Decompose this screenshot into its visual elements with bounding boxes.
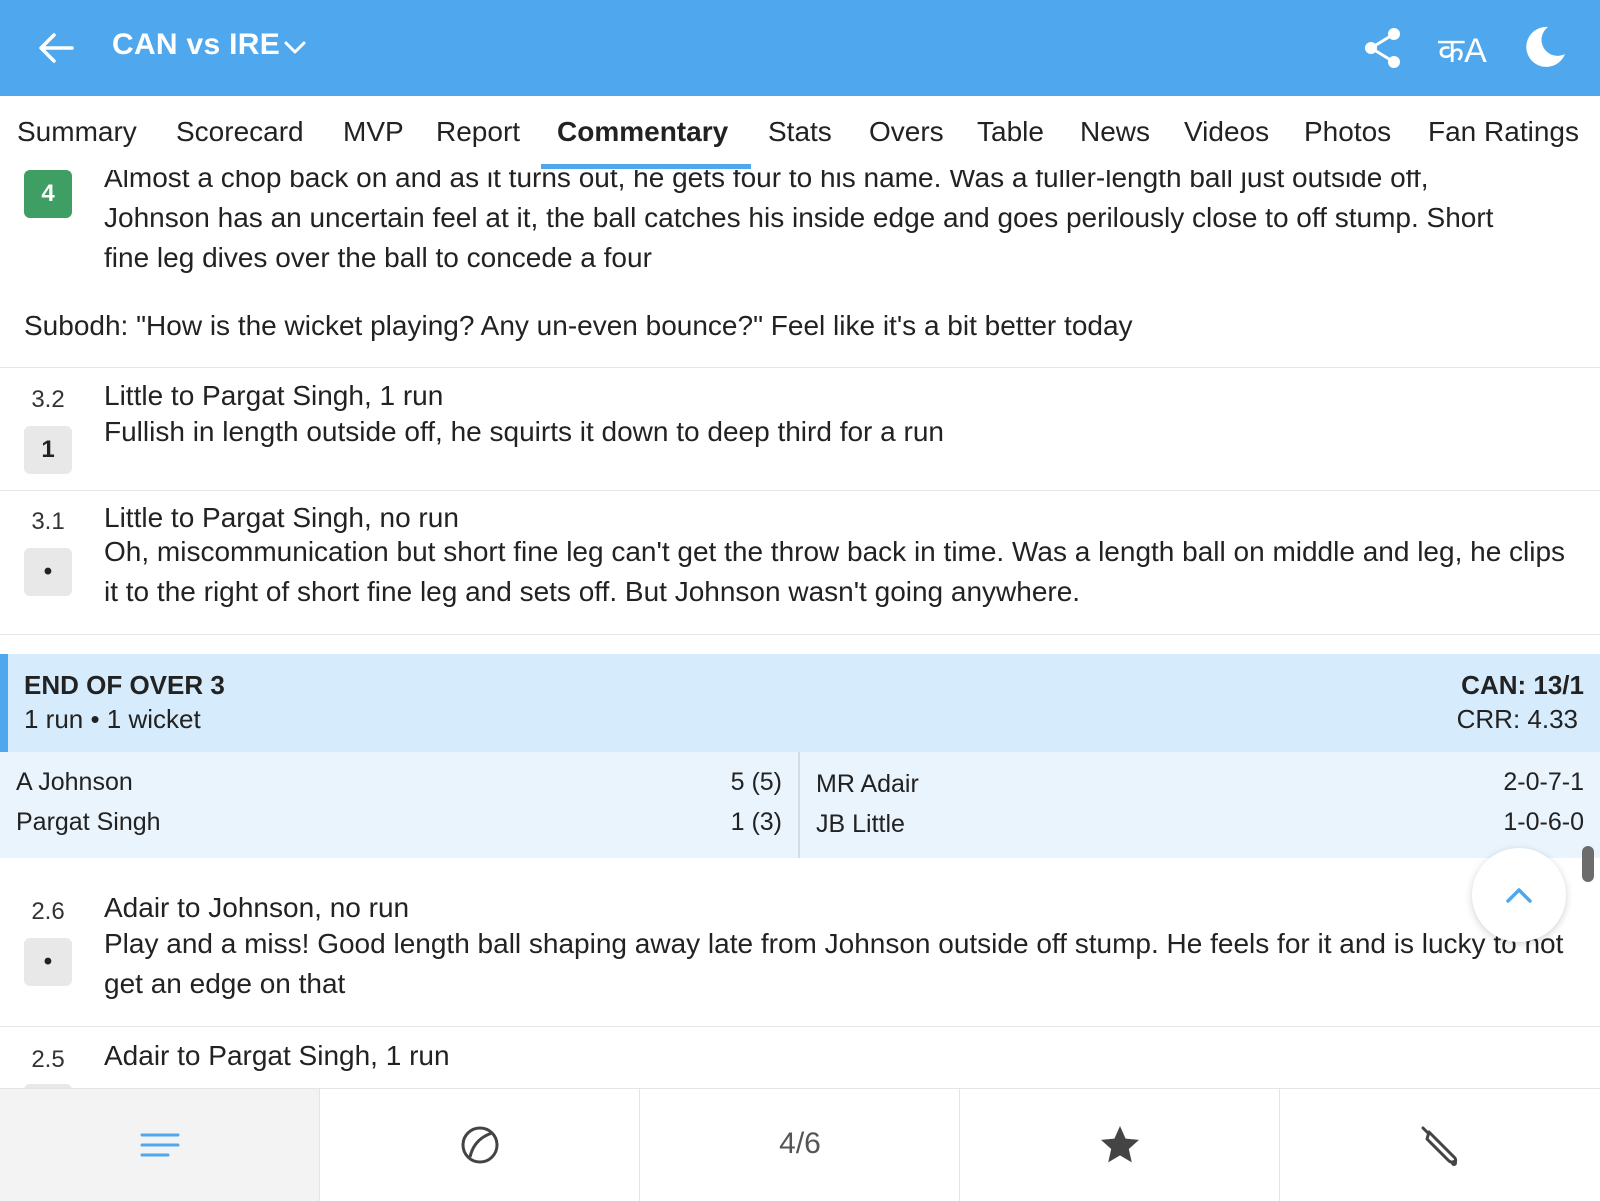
commentary-headline: Little to Pargat Singh, 1 run bbox=[104, 380, 444, 411]
batsman-figures: 5 (5) bbox=[730, 768, 782, 796]
commentary-text: Fullish in length outside off, he squirt… bbox=[104, 416, 944, 447]
language-toggle[interactable]: कA bbox=[1438, 26, 1487, 72]
bottom-nav-live[interactable] bbox=[320, 1089, 640, 1201]
bottom-nav-favourites[interactable] bbox=[960, 1089, 1280, 1201]
tab-fan-ratings[interactable]: Fan Ratings bbox=[1428, 116, 1579, 148]
divider bbox=[0, 634, 1600, 635]
commentary-headline: Adair to Johnson, no run bbox=[104, 892, 410, 923]
bottom-nav-page[interactable]: 4/6 bbox=[640, 1089, 960, 1201]
tab-overs[interactable]: Overs bbox=[869, 116, 944, 148]
scroll-to-top-button[interactable] bbox=[1472, 848, 1566, 942]
tab-report[interactable]: Report bbox=[436, 116, 520, 148]
bowler-figures: MR Adair 2-0-7-1 JB Little 1-0-6-0 bbox=[800, 752, 1600, 858]
bottom-nav-menu[interactable] bbox=[0, 1089, 320, 1201]
tab-stats[interactable]: Stats bbox=[768, 116, 832, 148]
bowler-figures: 1-0-6-0 bbox=[1503, 808, 1584, 836]
commentary-text: Oh, miscommunication but short fine leg … bbox=[104, 536, 1566, 607]
tab-commentary[interactable]: Commentary bbox=[557, 116, 728, 148]
ball-result-badge: • bbox=[24, 938, 72, 986]
cricket-bat-icon bbox=[1421, 1126, 1458, 1166]
ball-result-badge: • bbox=[24, 548, 72, 596]
commentary-text: Almost a chop back on and as it turns ou… bbox=[104, 170, 1429, 193]
tab-videos[interactable]: Videos bbox=[1184, 116, 1269, 148]
star-icon bbox=[1101, 1126, 1139, 1163]
chevron-down-icon[interactable] bbox=[282, 34, 308, 60]
commentary-text: Johnson has an uncertain feel at it, the… bbox=[104, 202, 1494, 233]
section-tabs: Summary Scorecard MVP Report Commentary … bbox=[0, 96, 1600, 170]
ball-result-badge: 1 bbox=[24, 426, 72, 474]
active-tab-indicator bbox=[541, 164, 751, 169]
chevron-up-icon bbox=[1506, 888, 1532, 903]
scrollbar-thumb[interactable] bbox=[1582, 846, 1594, 882]
batsman-figures: 1 (3) bbox=[730, 808, 782, 836]
current-run-rate: CRR: 4.33 bbox=[1456, 704, 1578, 734]
team-score: CAN: 13/1 bbox=[1461, 670, 1584, 700]
tab-table[interactable]: Table bbox=[977, 116, 1044, 148]
tab-photos[interactable]: Photos bbox=[1304, 116, 1391, 148]
player-figures: A Johnson 5 (5) Pargat Singh 1 (3) MR Ad… bbox=[0, 752, 1600, 858]
cricket-ball-icon bbox=[461, 1126, 499, 1164]
divider bbox=[0, 1026, 1600, 1027]
menu-lines-icon bbox=[140, 1133, 180, 1157]
bottom-navigation: 4/6 bbox=[0, 1088, 1600, 1201]
match-title[interactable]: CAN vs IRE bbox=[112, 28, 280, 62]
top-app-bar: CAN vs IRE कA bbox=[0, 0, 1600, 96]
tab-summary[interactable]: Summary bbox=[17, 116, 137, 148]
arrow-left-icon[interactable] bbox=[36, 28, 76, 68]
end-of-over-title: END OF OVER 3 bbox=[24, 670, 225, 700]
over-runs-wickets: 1 run • 1 wicket bbox=[24, 704, 201, 734]
over-number: 2.6 bbox=[31, 898, 65, 925]
commentary-headline: Little to Pargat Singh, no run bbox=[104, 502, 459, 533]
moon-icon[interactable] bbox=[1522, 24, 1568, 70]
divider bbox=[0, 490, 1600, 491]
ball-result-badge: 4 bbox=[24, 170, 72, 218]
share-icon[interactable] bbox=[1362, 26, 1404, 70]
over-number: 2.5 bbox=[31, 1046, 65, 1073]
end-of-over-header: END OF OVER 3 1 run • 1 wicket CAN: 13/1… bbox=[0, 654, 1600, 752]
commentary-headline: Adair to Pargat Singh, 1 run bbox=[104, 1040, 450, 1071]
bowler-name[interactable]: JB Little bbox=[816, 810, 905, 839]
page-indicator: 4/6 bbox=[779, 1127, 821, 1160]
bowler-name[interactable]: MR Adair bbox=[816, 770, 919, 799]
tab-mvp[interactable]: MVP bbox=[343, 116, 404, 148]
tab-news[interactable]: News bbox=[1080, 116, 1150, 148]
bowler-figures: 2-0-7-1 bbox=[1503, 768, 1584, 796]
over-number: 3.1 bbox=[31, 508, 65, 535]
over-number: 3.2 bbox=[31, 386, 65, 413]
batsman-name[interactable]: Pargat Singh bbox=[16, 808, 161, 837]
end-of-over-summary: END OF OVER 3 1 run • 1 wicket CAN: 13/1… bbox=[0, 654, 1600, 858]
tab-scorecard[interactable]: Scorecard bbox=[176, 116, 304, 148]
commentary-feed-lower[interactable]: 2.6 • Adair to Johnson, no run Play and … bbox=[0, 858, 1600, 1088]
reader-comment: Subodh: "How is the wicket playing? Any … bbox=[24, 310, 1133, 341]
batsmen-figures: A Johnson 5 (5) Pargat Singh 1 (3) bbox=[0, 752, 800, 858]
commentary-text: Play and a miss! Good length ball shapin… bbox=[104, 928, 1564, 999]
bottom-nav-fantasy[interactable] bbox=[1280, 1089, 1600, 1201]
batsman-name[interactable]: A Johnson bbox=[16, 768, 133, 797]
commentary-text: fine leg dives over the ball to concede … bbox=[104, 242, 652, 273]
divider bbox=[0, 367, 1600, 368]
